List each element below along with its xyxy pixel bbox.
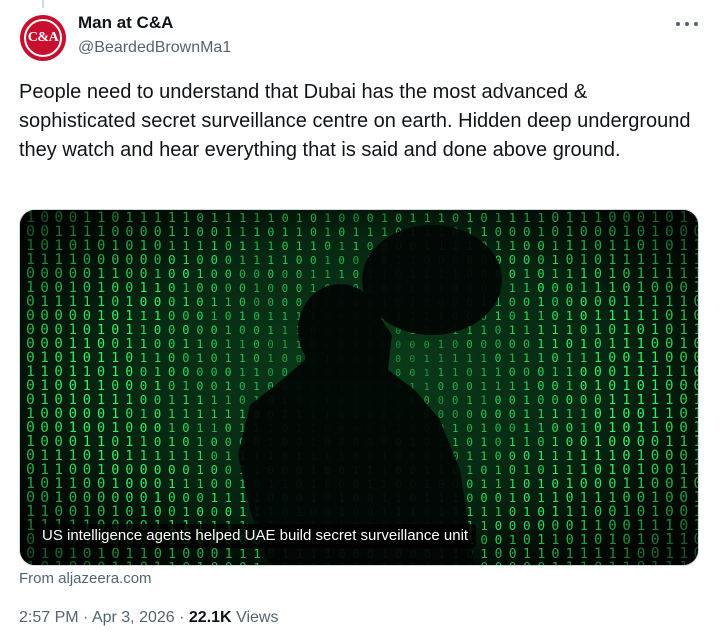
author-display-name[interactable]: Man at C&A (78, 13, 173, 33)
card-source-link[interactable]: From aljazeera.com (19, 570, 152, 587)
tweet-meta: 2:57 PM · Apr 3, 2026 · 22.1K Views (19, 609, 278, 627)
author-handle[interactable]: @BeardedBrownMa1 (78, 39, 231, 57)
ca-logo: C&A (24, 19, 62, 57)
avatar[interactable]: C&A (20, 15, 66, 61)
tweet-text: People need to understand that Dubai has… (19, 81, 691, 161)
views-count[interactable]: 22.1K (189, 609, 232, 626)
meta-separator: · (83, 609, 89, 626)
tweet-date[interactable]: Apr 3, 2026 (92, 609, 175, 626)
card-caption: US intelligence agents helped UAE build … (34, 524, 477, 548)
binary-code-silhouette-image: 1011010000010010100101100100010010001111… (20, 210, 698, 565)
more-dots-icon[interactable] (676, 16, 698, 32)
meta-separator: · (179, 609, 185, 626)
tweet-time[interactable]: 2:57 PM (19, 609, 79, 626)
link-card-image[interactable]: 1011010000010010100101100100010010001111… (19, 209, 699, 566)
thread-connector-line (42, 0, 44, 8)
views-label[interactable]: Views (236, 609, 278, 626)
